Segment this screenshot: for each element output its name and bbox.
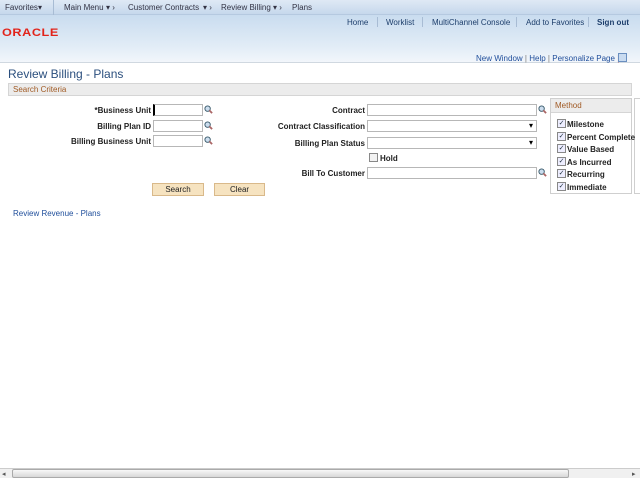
business-unit-input[interactable] <box>153 104 203 116</box>
bill-to-customer-input[interactable] <box>367 167 537 179</box>
breadcrumb-plans[interactable]: Plans <box>292 3 312 12</box>
new-window-link[interactable]: New Window <box>476 54 523 63</box>
breadcrumb-customer-contracts[interactable]: Customer Contracts <box>128 3 199 12</box>
panel-edge <box>634 98 640 194</box>
billing-plan-id-label: Billing Plan ID <box>97 122 151 131</box>
lookup-icon[interactable] <box>538 168 547 177</box>
scroll-left-icon[interactable]: ◂ <box>2 470 6 478</box>
method-label: Value Based <box>567 145 615 154</box>
billing-plan-id-input[interactable] <box>153 120 203 132</box>
method-label: Milestone <box>567 120 604 129</box>
nav-bar: Favorites ▾ Main Menu ▾ › Customer Contr… <box>0 0 640 15</box>
divider <box>588 17 589 27</box>
billing-business-unit-label: Billing Business Unit <box>70 137 151 146</box>
add-to-favorites-link[interactable]: Add to Favorites <box>526 18 584 27</box>
grid-icon[interactable] <box>618 53 627 62</box>
divider <box>422 17 423 27</box>
help-link[interactable]: Help <box>529 54 545 63</box>
method-title: Method <box>551 99 631 113</box>
hold-label: Hold <box>380 154 398 163</box>
multichannel-console-link[interactable]: MultiChannel Console <box>432 18 510 27</box>
contract-input[interactable] <box>367 104 537 116</box>
chevron-down-icon: ▾ › <box>273 3 282 12</box>
method-checkbox[interactable]: ✓ <box>557 119 566 128</box>
billing-business-unit-input[interactable] <box>153 135 203 147</box>
business-unit-label: *Business Unit <box>94 106 151 115</box>
search-criteria-header: Search Criteria <box>8 83 632 96</box>
review-revenue-plans-link[interactable]: Review Revenue - Plans <box>13 209 101 218</box>
bill-to-customer-label: Bill To Customer <box>301 169 365 178</box>
divider <box>516 17 517 27</box>
method-label: Percent Complete <box>567 132 636 142</box>
oracle-logo: ORACLE <box>2 27 59 39</box>
horizontal-scrollbar[interactable]: ◂ ▸ <box>0 468 640 478</box>
worklist-link[interactable]: Worklist <box>386 18 414 27</box>
method-label: Recurring <box>567 170 605 179</box>
divider <box>377 17 378 27</box>
contract-classification-select[interactable] <box>367 120 537 132</box>
lookup-icon[interactable] <box>204 105 213 114</box>
page-bar: New Window | Help | Personalize Page | <box>476 54 619 63</box>
main-menu[interactable]: Main Menu <box>64 3 104 12</box>
method-label: Immediate <box>567 182 607 192</box>
method-label: As Incurred <box>567 157 612 167</box>
chevron-down-icon: ▾ › <box>203 3 212 12</box>
method-checkbox[interactable]: ✓ <box>557 169 566 178</box>
contract-label: Contract <box>332 106 365 115</box>
search-button[interactable]: Search <box>152 183 204 196</box>
method-checkbox[interactable]: ✓ <box>557 144 566 153</box>
sign-out-link[interactable]: Sign out <box>597 18 629 27</box>
billing-plan-status-select[interactable] <box>367 137 537 149</box>
method-checkbox[interactable]: ✓ <box>557 181 566 191</box>
favorites-menu[interactable]: Favorites <box>5 3 38 12</box>
clear-button[interactable]: Clear <box>214 183 265 196</box>
divider <box>53 0 54 15</box>
scroll-right-icon[interactable]: ▸ <box>632 470 636 478</box>
section-title: Search Criteria <box>13 85 67 94</box>
chevron-down-icon: ▾ <box>38 3 43 12</box>
page-title: Review Billing - Plans <box>8 67 124 81</box>
personalize-page-link[interactable]: Personalize Page <box>552 54 615 63</box>
method-checkbox[interactable]: ✓ <box>557 156 566 166</box>
lookup-icon[interactable] <box>538 105 547 114</box>
scrollbar-thumb[interactable] <box>12 469 569 478</box>
method-checkbox[interactable]: ✓ <box>557 131 566 141</box>
billing-plan-status-label: Billing Plan Status <box>294 139 365 148</box>
lookup-icon[interactable] <box>204 121 213 130</box>
breadcrumb-review-billing[interactable]: Review Billing <box>221 3 271 12</box>
hold-checkbox[interactable] <box>369 153 378 162</box>
home-link[interactable]: Home <box>347 18 368 27</box>
contract-classification-label: Contract Classification <box>277 122 365 131</box>
chevron-down-icon: ▾ › <box>106 3 115 12</box>
lookup-icon[interactable] <box>204 136 213 145</box>
